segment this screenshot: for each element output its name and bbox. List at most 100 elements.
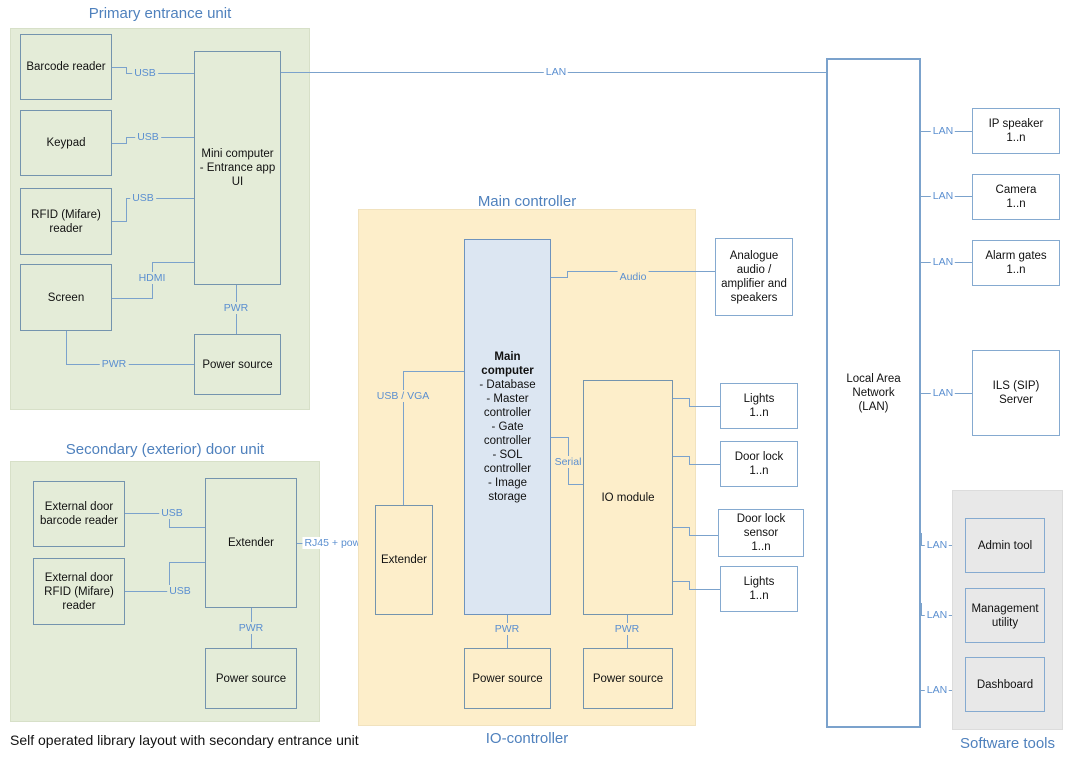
edge-label-top-lan: LAN (543, 66, 569, 78)
edge-label-audio: Audio (617, 271, 649, 283)
box-lights-bottom[interactable]: Lights 1..n (720, 566, 798, 612)
box-door-lock-sensor-label-1: 1..n (751, 541, 771, 553)
box-primary-power-source[interactable]: Power source (194, 334, 281, 395)
edge-label-lan-alarm-gates: LAN (930, 256, 956, 268)
box-door-lock-label-1: 1..n (749, 465, 769, 477)
box-rfid-reader[interactable]: RFID (Mifare) reader (20, 188, 112, 255)
connector-io-lights-bottom-c (689, 589, 720, 590)
box-main-computer-title: Main computer (481, 351, 534, 377)
box-alarm-gates[interactable]: Alarm gates 1..n (972, 240, 1060, 286)
connector-serial-a (551, 437, 568, 438)
box-external-rfid-reader-label-1: External door (44, 571, 114, 584)
box-door-lock-label-0: Door lock (734, 451, 784, 463)
connector-barcode-usb-a (112, 67, 126, 68)
edge-label-screen-hdmi: HDMI (136, 272, 168, 284)
edge-label-serial: Serial (552, 456, 584, 468)
box-dashboard[interactable]: Dashboard (965, 657, 1045, 712)
box-main-computer-item-5: - Image storage (488, 477, 527, 503)
panel-title-io-controller: IO-controller (485, 730, 569, 747)
edge-label-lan-dashboard: LAN (924, 684, 950, 696)
box-screen-label: Screen (47, 291, 85, 304)
box-ip-speaker-label-0: IP speaker (988, 118, 1044, 130)
connector-keypad-usb-a (112, 143, 126, 144)
box-ip-speaker[interactable]: IP speaker 1..n (972, 108, 1060, 154)
box-camera[interactable]: Camera 1..n (972, 174, 1060, 220)
connector-screen-pwr-a (66, 330, 67, 364)
connector-io-lights-bottom-b (689, 581, 690, 589)
panel-title-secondary-door: Secondary (exterior) door unit (65, 441, 265, 458)
edge-label-ext-barcode-usb: USB (159, 507, 185, 519)
connector-io-lights-bottom-a (673, 581, 689, 582)
box-lights-top[interactable]: Lights 1..n (720, 383, 798, 429)
connector-rfid-usb-a (112, 221, 126, 222)
box-main-power-source-right[interactable]: Power source (583, 648, 673, 709)
box-local-area-network[interactable]: Local Area Network (LAN) (826, 58, 921, 728)
connector-io-doorlock-b (689, 456, 690, 464)
edge-label-main-pwr-right: PWR (612, 623, 642, 635)
box-external-barcode-reader[interactable]: External door barcode reader (33, 481, 125, 547)
box-main-computer-item-3: - Gate controller (483, 421, 532, 447)
box-main-power-source-left[interactable]: Power source (464, 648, 551, 709)
box-management-utility[interactable]: Management utility (965, 588, 1045, 643)
connector-io-lights-top-c (689, 406, 720, 407)
box-barcode-reader[interactable]: Barcode reader (20, 34, 112, 100)
box-admin-tool[interactable]: Admin tool (965, 518, 1045, 573)
connector-serial-c (568, 484, 583, 485)
connector-io-sensor-a (673, 527, 689, 528)
box-secondary-power-source-label: Power source (215, 672, 287, 685)
box-management-utility-label-2: utility (991, 616, 1019, 629)
edge-label-lan-ip-speaker: LAN (930, 125, 956, 137)
box-io-module[interactable]: IO module (583, 380, 673, 615)
edge-label-screen-pwr: PWR (99, 358, 129, 370)
box-analogue-audio-label-1: audio / (736, 264, 772, 276)
connector-io-doorlock-a (673, 456, 689, 457)
box-main-computer-item-0: - Database (479, 379, 536, 391)
box-main-extender-label: Extender (380, 554, 428, 566)
edge-label-usb-vga: USB / VGA (374, 390, 432, 402)
box-mini-computer-label-2: - Entrance app UI (199, 162, 276, 188)
connector-rfid-usb-b (126, 198, 127, 222)
connector-ext-rfid-usb-c (169, 562, 205, 563)
connector-screen-hdmi-c (152, 262, 194, 263)
box-rfid-reader-label-2: reader (49, 222, 83, 235)
diagram-caption: Self operated library layout with second… (10, 732, 359, 748)
edge-label-sec-extender-pwr: PWR (236, 622, 266, 634)
edge-label-lan-admin-tool: LAN (924, 539, 950, 551)
box-analogue-audio[interactable]: Analogue audio / amplifier and speakers (715, 238, 793, 316)
box-door-lock[interactable]: Door lock 1..n (720, 441, 798, 487)
box-main-computer[interactable]: Main computer - Database - Master contro… (464, 239, 551, 615)
box-external-rfid-reader-label-3: reader (62, 599, 96, 612)
box-keypad[interactable]: Keypad (20, 110, 112, 176)
edge-label-lan-camera: LAN (930, 190, 956, 202)
connector-screen-hdmi-a (112, 298, 152, 299)
box-admin-tool-label: Admin tool (977, 539, 1033, 552)
box-barcode-reader-label: Barcode reader (26, 61, 106, 73)
box-external-rfid-reader[interactable]: External door RFID (Mifare) reader (33, 558, 125, 625)
box-main-extender[interactable]: Extender (375, 505, 433, 615)
box-mini-computer[interactable]: Mini computer - Entrance app UI (194, 51, 281, 285)
box-alarm-gates-label-0: Alarm gates (985, 250, 1047, 262)
box-keypad-label: Keypad (46, 137, 86, 149)
box-local-area-network-label-1: Network (852, 387, 895, 399)
box-main-computer-item-2: controller (483, 407, 532, 419)
box-dashboard-label: Dashboard (976, 678, 1034, 691)
box-secondary-extender[interactable]: Extender (205, 478, 297, 608)
edge-label-main-pwr-left: PWR (492, 623, 522, 635)
edge-label-mini-pwr: PWR (221, 302, 251, 314)
box-screen[interactable]: Screen (20, 264, 112, 331)
box-ils-sip-server[interactable]: ILS (SIP) Server (972, 350, 1060, 436)
box-secondary-extender-label: Extender (227, 537, 275, 549)
connector-lan-admin-a (921, 533, 922, 545)
box-secondary-power-source[interactable]: Power source (205, 648, 297, 709)
box-external-barcode-reader-label-2: barcode reader (40, 515, 118, 527)
connector-io-sensor-c (689, 535, 720, 536)
box-io-module-label: IO module (601, 491, 655, 504)
box-door-lock-sensor[interactable]: Door lock sensor 1..n (718, 509, 804, 557)
box-main-power-source-left-label: Power source (472, 672, 543, 685)
box-primary-power-source-label: Power source (202, 358, 273, 371)
box-external-rfid-reader-label-2: RFID (Mifare) (44, 585, 114, 598)
diagram-canvas: Primary entrance unit USB USB USB HDMI P… (0, 0, 1068, 762)
edge-label-lan-ils-server: LAN (930, 387, 956, 399)
box-local-area-network-label-0: Local Area (846, 373, 901, 385)
connector-io-sensor-b (689, 527, 690, 535)
